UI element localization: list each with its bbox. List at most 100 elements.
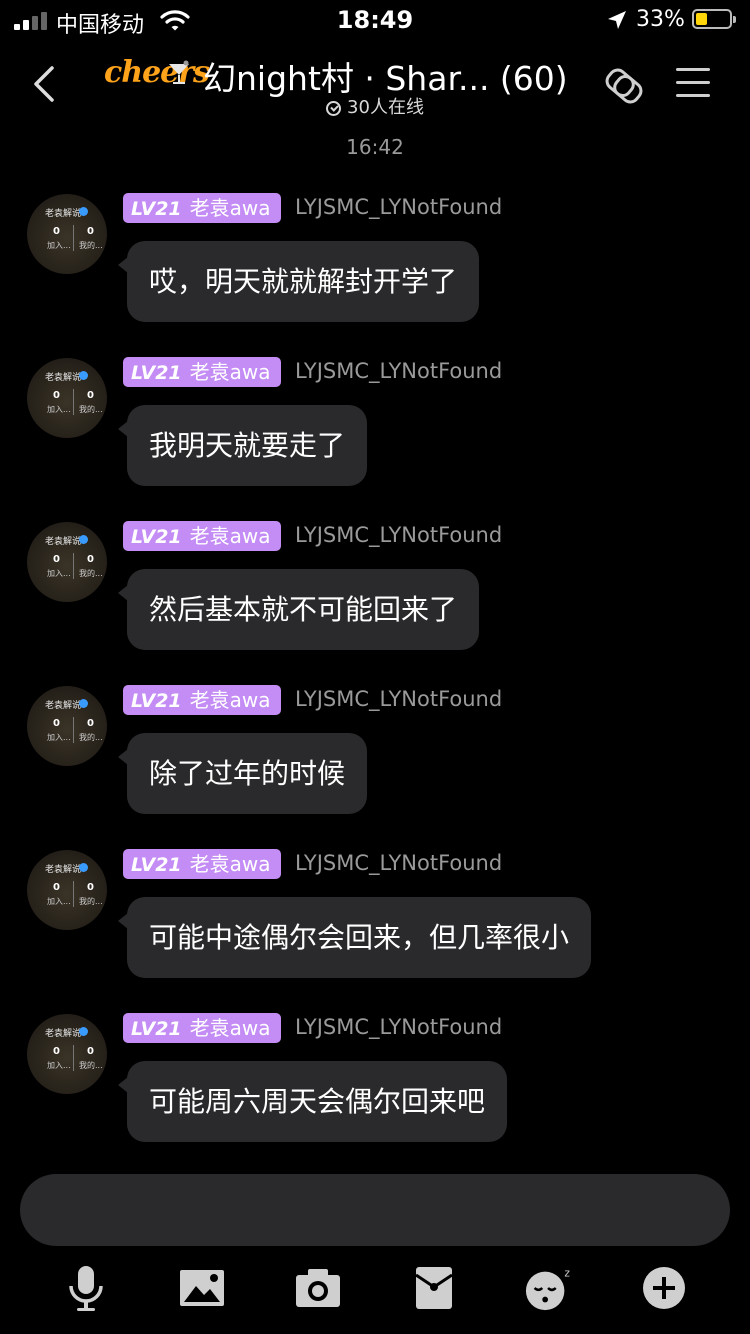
verified-icon <box>79 207 88 216</box>
verified-icon <box>79 863 88 872</box>
camera-button[interactable] <box>293 1262 343 1314</box>
avatar-label: 我的... <box>79 897 103 906</box>
avatar-count: 0 <box>53 554 60 565</box>
avatar-label: 我的... <box>79 405 103 414</box>
avatar-name: 老袁解说 <box>44 537 81 547</box>
nickname: 老袁awa <box>189 524 271 548</box>
avatar-label: 我的... <box>79 569 103 578</box>
username: LYJSMC_LYNotFound <box>295 359 503 383</box>
level-badge[interactable]: LV21 老袁awa <box>123 849 281 879</box>
verified-icon <box>79 699 88 708</box>
sleepy-emoji-icon: z <box>525 1267 570 1311</box>
location-arrow-icon <box>606 9 628 35</box>
avatar-count: 0 <box>87 882 94 893</box>
level-label: LV21 <box>131 854 182 876</box>
avatar-count: 0 <box>53 882 60 893</box>
svg-text:z: z <box>564 1267 570 1279</box>
share-button[interactable] <box>600 64 648 112</box>
divider <box>73 389 74 415</box>
avatar-name: 老袁解说 <box>44 209 81 219</box>
avatar-name: 老袁解说 <box>44 373 81 383</box>
red-packet-button[interactable] <box>409 1262 459 1314</box>
message-bubble[interactable]: 可能中途偶尔会回来，但几率很小 <box>117 897 592 978</box>
avatar-count: 0 <box>87 226 94 237</box>
avatar-name: 老袁解说 <box>44 1029 81 1039</box>
message-item: 老袁解说 0 0 加入... 我的... LV21 老袁awa LYJSMC_LY… <box>0 518 750 682</box>
verified-icon <box>79 1027 88 1036</box>
avatar-name: 老袁解说 <box>44 701 81 711</box>
avatar-label: 加入... <box>47 569 71 578</box>
username: LYJSMC_LYNotFound <box>295 195 503 219</box>
status-bar: 中国移动 18:49 33% <box>0 0 750 40</box>
avatar-count: 0 <box>53 226 60 237</box>
divider <box>73 1045 74 1071</box>
avatar-count: 0 <box>87 1046 94 1057</box>
level-label: LV21 <box>131 526 182 548</box>
online-count-text: 30人在线 <box>347 97 424 118</box>
red-packet-icon <box>415 1267 453 1309</box>
level-badge[interactable]: LV21 老袁awa <box>123 193 281 223</box>
message-item: 老袁解说 0 0 加入... 我的... LV21 老袁awa LYJSMC_LY… <box>0 682 750 846</box>
plus-icon <box>643 1267 685 1309</box>
battery-level <box>696 13 707 25</box>
avatar[interactable]: 老袁解说 0 0 加入... 我的... <box>27 850 107 930</box>
level-label: LV21 <box>131 198 182 220</box>
message-list: 老袁解说 0 0 加入... 我的... LV21 老袁awa LYJSMC_LY… <box>0 190 750 1174</box>
divider <box>73 225 74 251</box>
message-bubble[interactable]: 可能周六周天会偶尔回来吧 <box>117 1061 508 1142</box>
nickname: 老袁awa <box>189 196 271 220</box>
avatar-count: 0 <box>53 718 60 729</box>
avatar-label: 加入... <box>47 405 71 414</box>
level-badge[interactable]: LV21 老袁awa <box>123 1013 281 1043</box>
avatar-count: 0 <box>53 1046 60 1057</box>
avatar-count: 0 <box>87 390 94 401</box>
voice-button[interactable] <box>61 1262 111 1314</box>
message-item: 老袁解说 0 0 加入... 我的... LV21 老袁awa LYJSMC_LY… <box>0 354 750 518</box>
username: LYJSMC_LYNotFound <box>295 687 503 711</box>
avatar-label: 加入... <box>47 1061 71 1070</box>
nickname: 老袁awa <box>189 360 271 384</box>
avatar[interactable]: 老袁解说 0 0 加入... 我的... <box>27 1014 107 1094</box>
input-toolbar: z <box>0 1262 750 1318</box>
menu-button[interactable] <box>676 68 710 98</box>
cocktail-glass-icon <box>166 60 192 90</box>
message-item: 老袁解说 0 0 加入... 我的... LV21 老袁awa LYJSMC_LY… <box>0 1010 750 1174</box>
avatar-label: 我的... <box>79 733 103 742</box>
message-bubble[interactable]: 我明天就要走了 <box>117 405 368 486</box>
message-bubble[interactable]: 哎，明天就就解封开学了 <box>117 241 480 322</box>
avatar-label: 我的... <box>79 1061 103 1070</box>
nickname: 老袁awa <box>189 688 271 712</box>
divider <box>73 553 74 579</box>
avatar-count: 0 <box>87 718 94 729</box>
check-circle-icon <box>326 101 342 116</box>
photo-button[interactable] <box>177 1262 227 1314</box>
emoji-button[interactable]: z <box>524 1262 574 1314</box>
cheers-logo: cheers <box>104 55 210 90</box>
message-bubble[interactable]: 然后基本就不可能回来了 <box>117 569 480 650</box>
camera-icon <box>296 1269 340 1307</box>
avatar-label: 加入... <box>47 241 71 250</box>
level-label: LV21 <box>131 690 182 712</box>
message-item: 老袁解说 0 0 加入... 我的... LV21 老袁awa LYJSMC_LY… <box>0 190 750 354</box>
avatar[interactable]: 老袁解说 0 0 加入... 我的... <box>27 686 107 766</box>
verified-icon <box>79 535 88 544</box>
avatar[interactable]: 老袁解说 0 0 加入... 我的... <box>27 522 107 602</box>
divider <box>73 717 74 743</box>
avatar-name: 老袁解说 <box>44 865 81 875</box>
level-badge[interactable]: LV21 老袁awa <box>123 521 281 551</box>
level-badge[interactable]: LV21 老袁awa <box>123 685 281 715</box>
level-label: LV21 <box>131 1018 182 1040</box>
divider <box>73 881 74 907</box>
nickname: 老袁awa <box>189 1016 271 1040</box>
microphone-icon <box>69 1266 103 1311</box>
more-button[interactable] <box>639 1262 689 1314</box>
avatar[interactable]: 老袁解说 0 0 加入... 我的... <box>27 194 107 274</box>
message-bubble[interactable]: 除了过年的时候 <box>117 733 368 814</box>
avatar[interactable]: 老袁解说 0 0 加入... 我的... <box>27 358 107 438</box>
avatar-label: 加入... <box>47 897 71 906</box>
level-badge[interactable]: LV21 老袁awa <box>123 357 281 387</box>
username: LYJSMC_LYNotFound <box>295 523 503 547</box>
menu-icon <box>676 68 710 71</box>
message-input[interactable] <box>20 1174 730 1246</box>
battery-percentage: 33% <box>636 7 685 32</box>
